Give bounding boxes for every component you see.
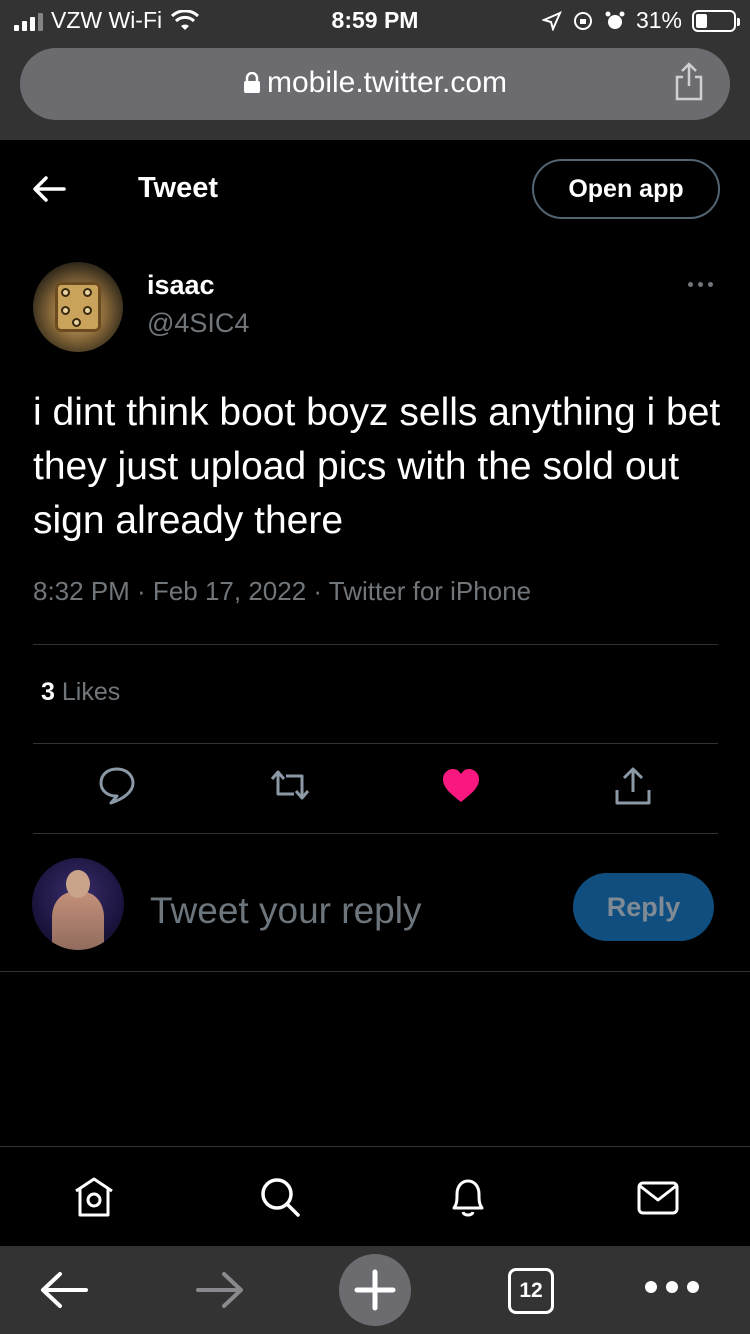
messages-icon[interactable] [636, 1175, 680, 1219]
divider [33, 743, 718, 744]
home-icon[interactable] [72, 1175, 116, 1219]
alarm-icon [605, 11, 625, 29]
reply-input[interactable] [150, 886, 550, 936]
browser-share-icon[interactable] [674, 62, 704, 102]
battery-icon [692, 9, 740, 32]
author-avatar[interactable] [33, 262, 123, 352]
divider [0, 971, 750, 972]
user-photo [52, 892, 104, 950]
url-text: mobile.twitter.com [266, 66, 508, 99]
status-bar: VZW Wi-Fi 8:59 PM 31% [0, 0, 750, 42]
likes-count: 3 [41, 678, 55, 706]
url-display[interactable]: mobile.twitter.com [20, 66, 730, 100]
retweet-icon[interactable] [269, 766, 311, 804]
likes-stat[interactable]: 3 Likes [41, 678, 120, 707]
notifications-icon[interactable] [446, 1175, 490, 1219]
open-app-button[interactable]: Open app [532, 159, 720, 219]
browser-toolbar: 12 [0, 1246, 750, 1334]
search-icon[interactable] [258, 1175, 302, 1219]
tweet-text: i dint think boot boyz sells anything i … [33, 391, 721, 542]
tabs-button[interactable]: 12 [508, 1268, 554, 1314]
likes-label: Likes [61, 678, 121, 706]
author-name[interactable]: isaac [147, 270, 215, 301]
location-icon [541, 10, 562, 31]
plus-icon [354, 1269, 396, 1311]
orientation-lock-icon [573, 11, 592, 30]
page-title: Tweet [138, 172, 219, 204]
lock-icon [243, 71, 260, 93]
like-icon[interactable] [441, 768, 481, 804]
twitter-bottom-nav [0, 1146, 750, 1246]
more-menu-icon[interactable] [644, 1280, 700, 1294]
new-tab-button[interactable] [339, 1254, 411, 1326]
user-avatar[interactable] [32, 858, 124, 950]
browser-forward-icon[interactable] [194, 1268, 246, 1312]
browser-back-icon[interactable] [38, 1268, 90, 1312]
browser-chrome-top: VZW Wi-Fi 8:59 PM 31% mobile.twitter.com [0, 0, 750, 140]
divider [33, 833, 718, 834]
tweet-meta: 8:32 PM · Feb 17, 2022 · Twitter for iPh… [33, 576, 532, 606]
reply-button[interactable]: Reply [573, 873, 714, 941]
tweet-actions [0, 766, 750, 814]
battery-percent: 31% [635, 7, 682, 33]
author-handle[interactable]: @4SIC4 [147, 308, 249, 339]
share-icon[interactable] [613, 766, 653, 806]
address-bar[interactable]: mobile.twitter.com [20, 48, 730, 120]
divider [33, 644, 718, 645]
tweet-header: Tweet Open app [0, 140, 750, 240]
more-options-icon[interactable] [688, 282, 713, 287]
reply-icon[interactable] [98, 766, 136, 806]
back-arrow-icon[interactable] [30, 172, 68, 206]
